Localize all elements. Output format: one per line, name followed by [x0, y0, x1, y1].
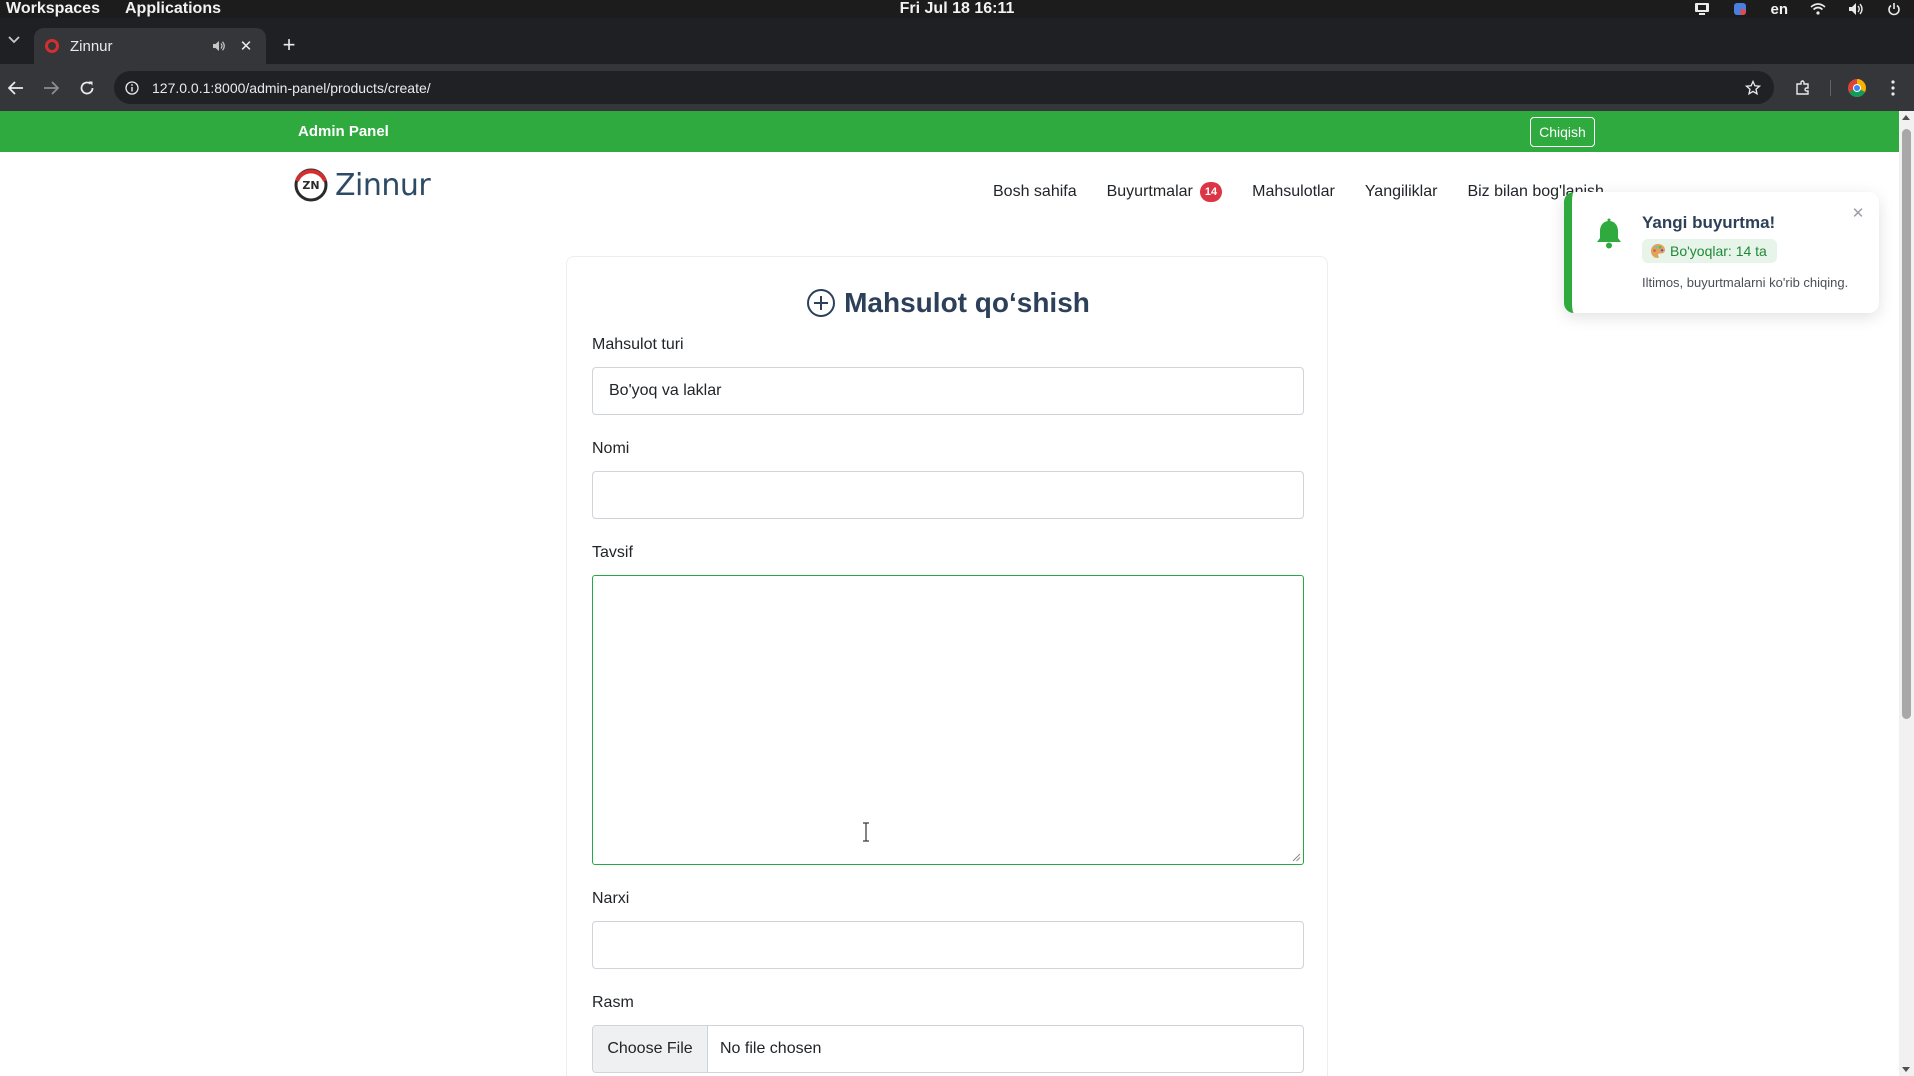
scrollbar-thumb[interactable]	[1902, 129, 1911, 719]
bell-icon	[1597, 218, 1621, 249]
description-label: Tavsif	[592, 544, 633, 561]
name-input[interactable]	[592, 471, 1304, 519]
file-status-text: No file chosen	[720, 1040, 822, 1057]
product-type-select[interactable]: Bo'yoq va laklar	[592, 367, 1304, 415]
volume-icon[interactable]	[1848, 2, 1864, 16]
tab-close-icon[interactable]: ✕	[238, 38, 254, 55]
clock[interactable]: Fri Jul 18 16:11	[900, 0, 1015, 17]
page-title: Mahsulot qo‘shish	[567, 287, 1329, 319]
price-label: Narxi	[592, 890, 630, 907]
url-text[interactable]: 127.0.0.1:8000/admin-panel/products/crea…	[152, 80, 1744, 96]
nav-news-link[interactable]: Yangiliklar	[1365, 182, 1438, 202]
new-order-toast: Yangi buyurtma! Bo'yoqlar: 14 ta Iltimos…	[1564, 192, 1879, 313]
scroll-down-arrow-icon[interactable]	[1902, 1067, 1910, 1072]
browser-tab-strip: Zinnur ✕ +	[0, 18, 1914, 64]
keyboard-layout[interactable]: en	[1770, 1, 1788, 18]
product-type-value: Bo'yoq va laklar	[609, 382, 722, 399]
price-input[interactable]	[592, 921, 1304, 969]
workspaces-menu[interactable]: Workspaces	[6, 0, 100, 18]
tab-title: Zinnur	[70, 37, 113, 55]
nav-home-link[interactable]: Bosh sahifa	[993, 182, 1077, 202]
scroll-up-arrow-icon[interactable]	[1902, 115, 1910, 120]
name-label: Nomi	[592, 440, 630, 457]
product-form-card: Mahsulot qo‘shish Mahsulot turi Bo'yoq v…	[566, 256, 1328, 1076]
text-cursor-icon	[863, 822, 869, 842]
app-indicator-icon[interactable]	[1732, 2, 1748, 16]
browser-tab[interactable]: Zinnur ✕	[34, 28, 266, 64]
tab-audio-icon[interactable]	[212, 38, 228, 54]
palette-icon	[1651, 244, 1665, 258]
site-info-icon[interactable]	[124, 80, 140, 96]
page-title-text: Mahsulot qo‘shish	[844, 287, 1090, 318]
orders-count-badge: 14	[1199, 182, 1223, 202]
profile-avatar-icon[interactable]	[1846, 77, 1868, 99]
zinnur-favicon-icon	[45, 39, 59, 53]
admin-panel-title[interactable]: Admin Panel	[298, 123, 389, 140]
toast-message: Iltimos, buyurtmalarni ko'rib chiqing.	[1642, 275, 1849, 290]
toast-order-chip: Bo'yoqlar: 14 ta	[1642, 239, 1777, 263]
browser-toolbar: 127.0.0.1:8000/admin-panel/products/crea…	[0, 64, 1914, 111]
extensions-puzzle-icon[interactable]	[1792, 77, 1814, 99]
image-file-input[interactable]: Choose File No file chosen	[592, 1025, 1304, 1073]
bookmark-star-icon[interactable]	[1744, 79, 1762, 97]
os-top-bar: Workspaces Applications Fri Jul 18 16:11…	[0, 0, 1914, 18]
nav-products-link[interactable]: Mahsulotlar	[1252, 182, 1335, 202]
admin-bar: Admin Panel Chiqish	[0, 111, 1899, 152]
browser-menu-icon[interactable]	[1882, 77, 1904, 99]
wifi-icon[interactable]	[1810, 2, 1826, 16]
nav-orders-link[interactable]: Buyurtmalar 14	[1107, 182, 1223, 202]
page-scrollbar[interactable]	[1899, 111, 1914, 1076]
applications-menu[interactable]: Applications	[125, 0, 221, 18]
new-tab-icon[interactable]: +	[278, 32, 300, 57]
tab-search-chevron-icon[interactable]	[4, 30, 24, 50]
product-type-label: Mahsulot turi	[592, 336, 684, 353]
forward-arrow-icon[interactable]	[40, 77, 62, 99]
back-arrow-icon[interactable]	[5, 77, 27, 99]
reload-icon[interactable]	[76, 77, 98, 99]
brand-link[interactable]: ZN Zinnur	[293, 167, 431, 203]
toast-title: Yangi buyurtma!	[1642, 213, 1776, 232]
toolbar-separator	[1830, 80, 1831, 96]
screen-share-icon[interactable]	[1694, 2, 1710, 16]
logout-button[interactable]: Chiqish	[1530, 117, 1595, 147]
description-textarea[interactable]	[592, 575, 1304, 865]
image-label: Rasm	[592, 994, 634, 1011]
nav-orders-label: Buyurtmalar	[1106, 183, 1193, 200]
toast-close-icon[interactable]: ✕	[1851, 205, 1865, 222]
logo-text: ZN	[302, 179, 319, 192]
address-bar[interactable]: 127.0.0.1:8000/admin-panel/products/crea…	[114, 71, 1774, 104]
brand-name: Zinnur	[335, 167, 431, 203]
toast-chip-text: Bo'yoqlar: 14 ta	[1670, 243, 1767, 259]
power-icon[interactable]	[1886, 2, 1902, 16]
nav-links: Bosh sahifa Buyurtmalar 14 Mahsulotlar Y…	[993, 182, 1604, 202]
resize-grip-icon[interactable]	[1292, 853, 1301, 862]
choose-file-button[interactable]: Choose File	[593, 1026, 708, 1072]
zinnur-logo-icon: ZN	[294, 168, 328, 202]
plus-circle-icon	[807, 289, 836, 317]
